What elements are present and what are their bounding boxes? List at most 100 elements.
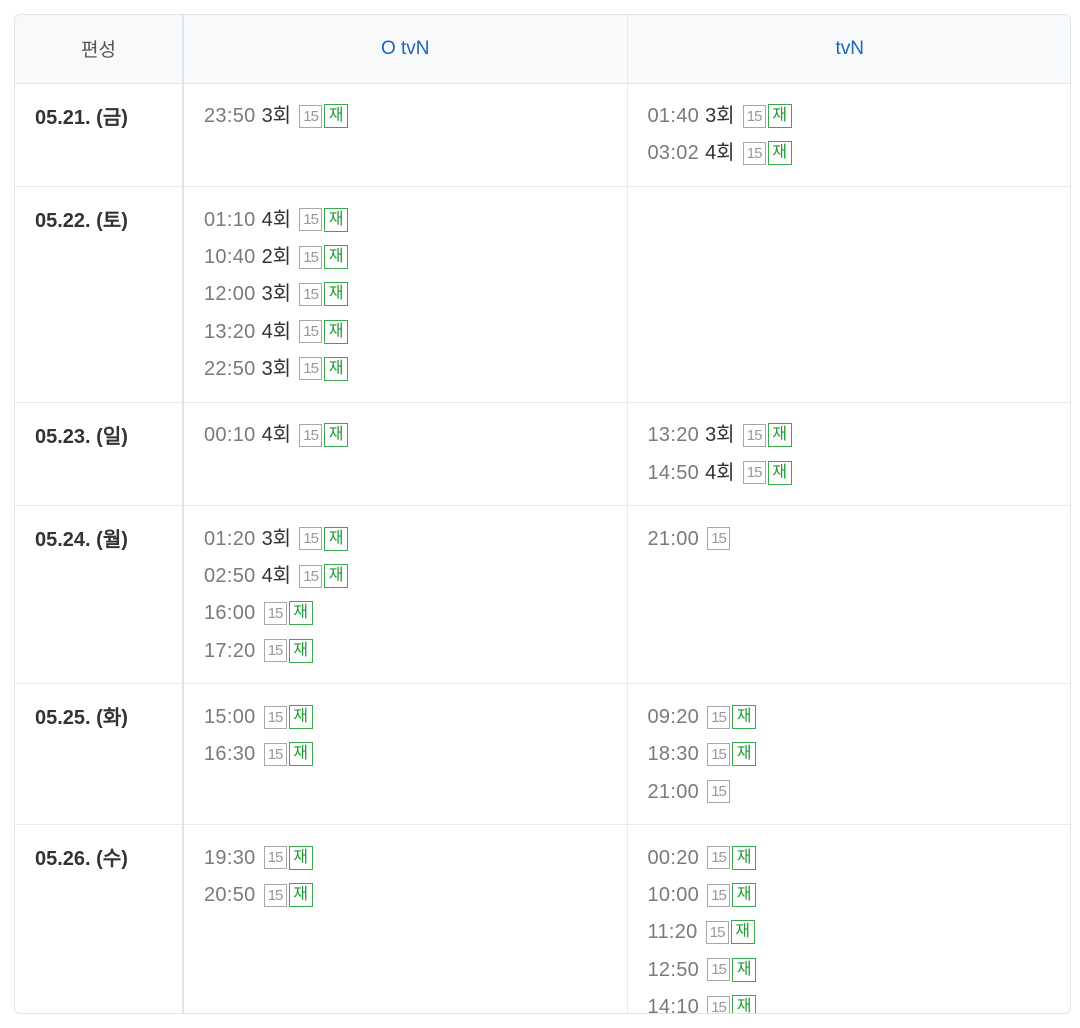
schedule-date: 05.25. (화)	[15, 683, 184, 826]
age-rating-badge: 15	[299, 357, 323, 381]
list-item: 19:30 15 재	[204, 839, 627, 876]
channel-cell-otvn: 00:10 4회 15 재	[183, 402, 628, 507]
list-item: 18:30 15 재	[647, 736, 1071, 773]
table-row: 05.25. (화) 15:00 15 재 16:30 15 재 09:20 15 재 18:30 1…	[15, 683, 1071, 826]
age-rating-badge: 15	[707, 995, 731, 1013]
airtime: 22:50	[204, 357, 256, 380]
airtime: 16:00	[204, 602, 256, 625]
airtime: 00:20	[647, 846, 700, 869]
rerun-badge: 재	[324, 564, 349, 589]
channel-cell-otvn: 15:00 15 재 16:30 15 재	[183, 683, 628, 826]
list-item: 13:20 3회 15 재	[648, 417, 1071, 454]
rerun-badge: 재	[324, 423, 349, 448]
list-item: 01:20 3회 15 재	[204, 520, 627, 557]
airtime: 14:50	[647, 461, 700, 484]
schedule-date: 05.24. (월)	[15, 505, 184, 685]
rerun-badge: 재	[288, 638, 313, 663]
age-rating-badge: 15	[707, 742, 731, 766]
airtime: 17:20	[204, 639, 256, 662]
list-item: 15:00 15 재	[204, 698, 627, 735]
age-rating-badge: 15	[707, 780, 731, 804]
rerun-badge: 재	[732, 995, 757, 1013]
list-item: 10:40 2회 15 재	[204, 238, 627, 275]
rerun-badge: 재	[288, 705, 313, 729]
episode-number: 2회	[261, 246, 292, 269]
rerun-badge: 재	[288, 742, 313, 767]
channel-cell-tvn: 00:20 15 재 10:00 15 재 11:20 15 재 12:50 15 재 14:10 15 재	[627, 825, 1071, 1014]
age-rating-badge: 15	[299, 527, 323, 551]
airtime: 14:10	[647, 996, 700, 1014]
channel-cell-tvn: 09:20 15 재 18:30 15 재 21:00 15	[627, 683, 1071, 826]
age-rating-badge: 15	[299, 423, 323, 447]
airtime: 15:00	[204, 706, 256, 728]
list-item: 03:02 4회 15 재	[648, 135, 1071, 172]
channel-cell-tvn: 01:40 3회 15 재 03:02 4회 15 재	[627, 83, 1071, 188]
airtime: 10:00	[647, 884, 700, 907]
list-item: 12:00 3회 15 재	[204, 276, 627, 313]
airtime: 18:30	[647, 743, 700, 766]
list-item: 11:20 15 재	[647, 914, 1071, 951]
rerun-badge: 재	[324, 282, 349, 307]
header-schedule: 편성	[15, 15, 184, 84]
age-rating-badge: 15	[299, 320, 323, 344]
episode-number: 3회	[261, 357, 292, 380]
list-item: 21:00 15	[648, 773, 1071, 810]
age-rating-badge: 15	[742, 104, 766, 128]
list-item: 13:20 4회 15 재	[204, 313, 627, 350]
airtime: 09:20	[647, 706, 700, 728]
list-item: 17:20 15 재	[204, 632, 627, 669]
broadcast-schedule-table: 편성 O tvN tvN 05.21. (금) 23:50 3회 15 재 01:40 3회…	[15, 15, 1071, 1014]
rerun-badge: 재	[767, 104, 792, 129]
airtime: 00:10	[204, 424, 256, 447]
age-rating-badge: 15	[742, 141, 766, 165]
rerun-badge: 재	[288, 883, 313, 908]
rerun-badge: 재	[732, 957, 757, 982]
rerun-badge: 재	[730, 920, 755, 945]
list-item: 01:10 4회 15 재	[204, 201, 627, 238]
list-item: 01:40 3회 15 재	[647, 98, 1071, 135]
age-rating-badge: 15	[705, 920, 729, 944]
age-rating-badge: 15	[263, 846, 287, 870]
channel-cell-tvn: 21:00 15	[627, 505, 1071, 685]
airtime: 19:30	[204, 846, 256, 869]
age-rating-badge: 15	[707, 958, 731, 982]
episode-number: 3회	[261, 527, 292, 550]
airtime: 01:40	[647, 105, 700, 128]
age-rating-badge: 15	[263, 883, 287, 907]
channel-cell-otvn: 23:50 3회 15 재	[183, 83, 628, 188]
rerun-badge: 재	[732, 883, 757, 908]
rerun-badge: 재	[324, 526, 349, 551]
episode-number: 3회	[261, 283, 292, 306]
age-rating-badge: 15	[742, 461, 766, 485]
list-item: 23:50 3회 15 재	[204, 98, 627, 135]
channel-cell-otvn: 19:30 15 재 20:50 15 재	[183, 824, 628, 1013]
list-item: 21:00 15	[648, 520, 1071, 557]
rerun-badge: 재	[324, 319, 349, 344]
table-row: 05.26. (수) 19:30 15 재 20:50 15 재 00:20 15 재 10:00 1…	[15, 824, 1071, 1014]
episode-number: 4회	[261, 320, 292, 343]
age-rating-badge: 15	[263, 601, 287, 625]
age-rating-badge: 15	[299, 104, 323, 128]
channel-cell-tvn: 13:20 3회 15 재 14:50 4회 15 재	[627, 402, 1071, 507]
episode-number: 4회	[261, 208, 292, 231]
age-rating-badge: 15	[299, 208, 323, 232]
episode-number: 4회	[705, 461, 735, 484]
airtime: 16:30	[204, 743, 256, 766]
table-row: 05.21. (금) 23:50 3회 15 재 01:40 3회 15 재 03:02 4회 15 재	[15, 83, 1071, 188]
list-item: 09:20 15 재	[647, 698, 1071, 735]
list-item: 00:10 4회 15 재	[204, 417, 627, 454]
list-item: 00:20 15 재	[647, 839, 1071, 876]
episode-number: 3회	[261, 105, 292, 128]
rerun-badge: 재	[324, 207, 349, 232]
header-channel-tvn[interactable]: tvN	[627, 15, 1070, 84]
airtime: 12:50	[647, 958, 700, 981]
channel-cell-tvn	[627, 186, 1070, 403]
schedule-date: 05.26. (수)	[15, 824, 184, 1013]
list-item: 20:50 15 재	[204, 877, 627, 914]
table-row: 05.23. (일) 00:10 4회 15 재 13:20 3회 15 재 14:50 4회 15 재	[15, 402, 1071, 507]
age-rating-badge: 15	[299, 245, 323, 269]
airtime: 11:20	[647, 921, 698, 944]
airtime: 01:20	[204, 527, 256, 550]
schedule-date: 05.22. (토)	[15, 186, 184, 403]
header-channel-otvn[interactable]: O tvN	[183, 15, 628, 84]
